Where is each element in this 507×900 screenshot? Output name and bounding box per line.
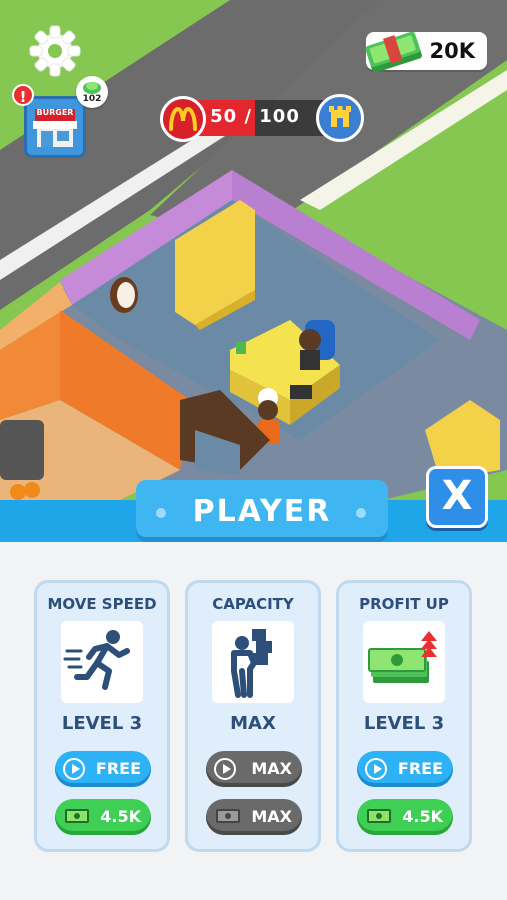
card-title: CAPACITY (212, 595, 294, 613)
free-upgrade-button[interactable]: FREE (55, 751, 151, 787)
panel-title: PLAYER (192, 494, 332, 529)
buy-upgrade-button[interactable]: 4.5K (55, 799, 151, 835)
buy-upgrade-button[interactable]: 4.5K (357, 799, 453, 835)
cash-count: 102 (82, 94, 102, 104)
free-upgrade-button[interactable]: FREE (357, 751, 453, 787)
close-button[interactable]: X (426, 466, 488, 528)
running-person-icon (61, 621, 143, 703)
cash-stack-icon (365, 31, 422, 72)
upgrade-card-move-speed: MOVE SPEED LEVEL 3 FREE 4.5K (34, 580, 170, 852)
card-level: LEVEL 3 (363, 713, 445, 734)
button-label: MAX (251, 807, 292, 826)
watch-ad-icon (365, 758, 387, 780)
buy-upgrade-button-disabled[interactable]: MAX (206, 799, 302, 835)
watch-ad-icon (214, 758, 236, 780)
close-icon: X (441, 473, 473, 519)
card-level: MAX (230, 713, 276, 734)
button-label: 4.5K (100, 807, 141, 826)
money-amount: 20K (429, 39, 476, 63)
cash-icon (216, 809, 240, 823)
card-title: MOVE SPEED (47, 595, 157, 613)
settings-gear-icon[interactable] (28, 24, 82, 78)
cash-icon (65, 809, 89, 823)
castle-icon[interactable] (316, 94, 364, 142)
upgrade-card-profit-up: PROFIT UP LEVEL 3 FREE 4.5K (336, 580, 472, 852)
money-stack-icon (363, 621, 445, 703)
cash-icon (367, 809, 391, 823)
alert-badge: ! (12, 84, 34, 106)
button-label: FREE (397, 759, 443, 778)
upgrade-card-capacity: CAPACITY MAX MAX MAX (185, 580, 321, 852)
card-title: PROFIT UP (359, 595, 449, 613)
restaurant-logo-icon (160, 96, 206, 142)
carrying-boxes-icon (212, 621, 294, 703)
button-label: MAX (251, 759, 292, 778)
free-upgrade-button-disabled[interactable]: MAX (206, 751, 302, 787)
button-label: 4.5K (402, 807, 443, 826)
watch-ad-icon (63, 758, 85, 780)
button-label: FREE (95, 759, 141, 778)
card-level: LEVEL 3 (61, 713, 143, 734)
shop-label: BURGER (36, 108, 74, 117)
